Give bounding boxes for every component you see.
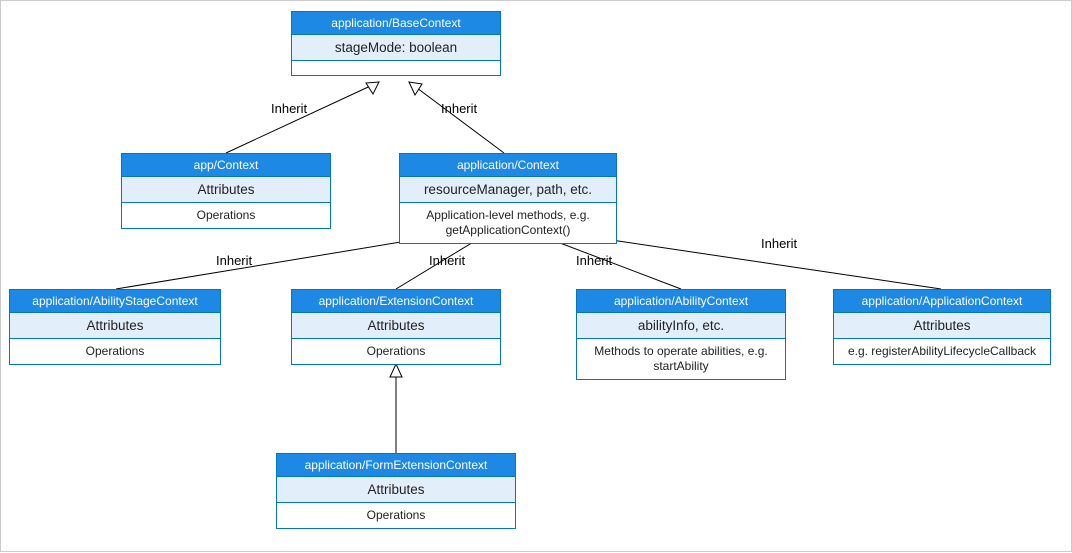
class-operations: Operations (292, 339, 500, 364)
class-attributes: resourceManager, path, etc. (400, 177, 616, 203)
class-application-level-context: application/ApplicationContext Attribute… (833, 289, 1051, 365)
edge-label-inherit: Inherit (216, 253, 252, 268)
edge-label-inherit: Inherit (271, 101, 307, 116)
class-operations: Operations (122, 203, 330, 228)
class-title: application/AbilityContext (577, 290, 785, 313)
class-attributes: Attributes (122, 177, 330, 203)
class-attributes: Attributes (10, 313, 220, 339)
class-ability-context: application/AbilityContext abilityInfo, … (576, 289, 786, 380)
edge-label-inherit: Inherit (429, 253, 465, 268)
class-attributes: Attributes (292, 313, 500, 339)
class-title: application/BaseContext (292, 12, 500, 35)
class-base-context: application/BaseContext stageMode: boole… (291, 11, 501, 76)
class-attributes: Attributes (277, 477, 515, 503)
class-operations: Methods to operate abilities, e.g. start… (577, 339, 785, 379)
class-attributes: abilityInfo, etc. (577, 313, 785, 339)
class-ability-stage-context: application/AbilityStageContext Attribut… (9, 289, 221, 365)
class-title: application/ExtensionContext (292, 290, 500, 313)
class-app-context-legacy: app/Context Attributes Operations (121, 153, 331, 229)
class-title: application/AbilityStageContext (10, 290, 220, 313)
class-operations: Operations (10, 339, 220, 364)
class-form-extension-context: application/FormExtensionContext Attribu… (276, 453, 516, 529)
edge-label-inherit: Inherit (576, 253, 612, 268)
edge-label-inherit: Inherit (761, 236, 797, 251)
class-application-context: application/Context resourceManager, pat… (399, 153, 617, 244)
class-title: application/Context (400, 154, 616, 177)
class-operations: Operations (277, 503, 515, 528)
class-attributes: stageMode: boolean (292, 35, 500, 61)
class-operations (292, 61, 500, 75)
uml-edges (1, 1, 1072, 553)
class-extension-context: application/ExtensionContext Attributes … (291, 289, 501, 365)
class-attributes: Attributes (834, 313, 1050, 339)
class-operations: e.g. registerAbilityLifecycleCallback (834, 339, 1050, 364)
class-title: application/FormExtensionContext (277, 454, 515, 477)
edge-label-inherit: Inherit (441, 101, 477, 116)
class-title: app/Context (122, 154, 330, 177)
class-title: application/ApplicationContext (834, 290, 1050, 313)
class-operations: Application-level methods, e.g. getAppli… (400, 203, 616, 243)
